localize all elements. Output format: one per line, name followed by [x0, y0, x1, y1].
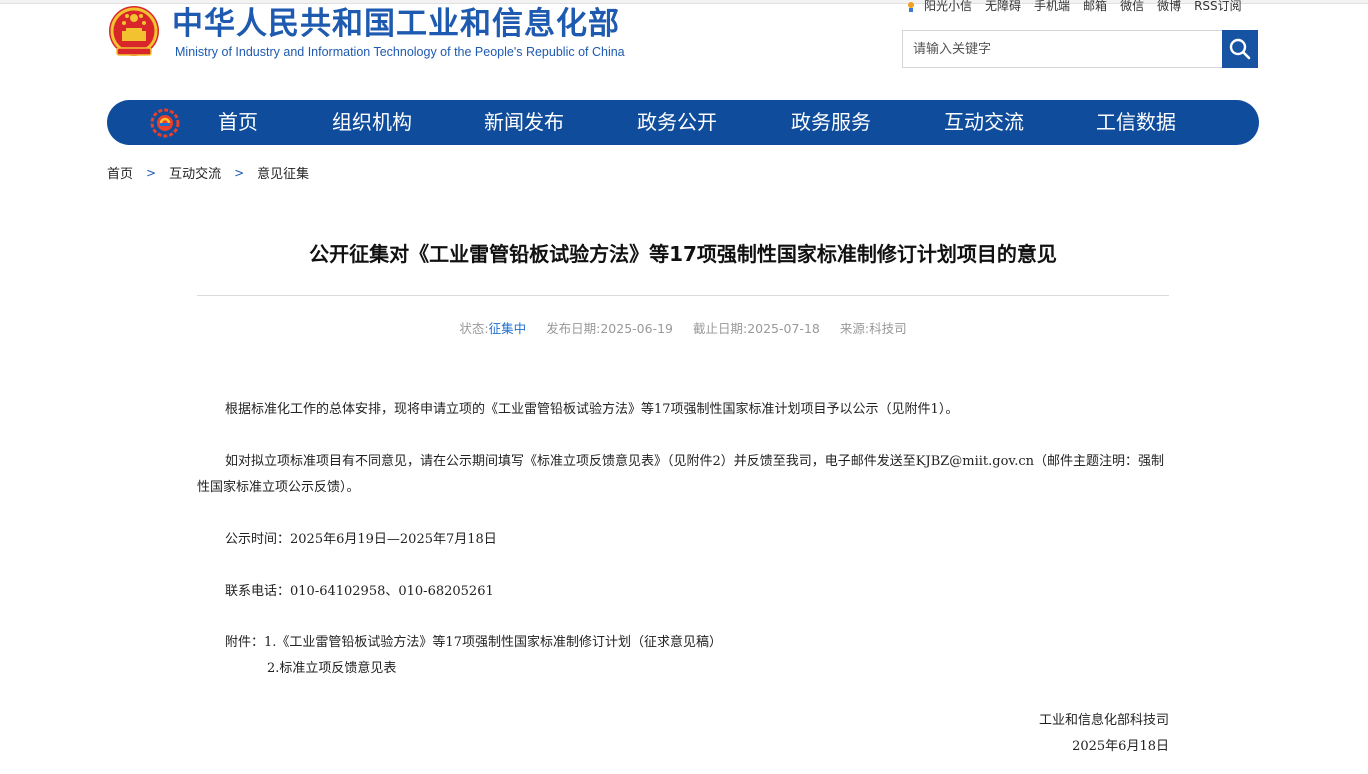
top-links: 阳光小信 无障碍 手机端 邮箱 微信 微博 RSS订阅	[904, 0, 1242, 18]
nav-interaction[interactable]: 互动交流	[944, 100, 1024, 145]
toplink-accessibility[interactable]: 无障碍	[985, 0, 1021, 14]
breadcrumb-separator: >	[234, 165, 245, 180]
article-paragraph: 如对拟立项标准项目有不同意见，请在公示期间填写《标准立项反馈意见表》（见附件2）…	[197, 454, 1165, 495]
toplink-wechat[interactable]: 微信	[1120, 0, 1144, 14]
article-meta: 状态:征集中 发布日期:2025-06-19 截止日期:2025-07-18 来…	[197, 318, 1169, 337]
toplink-sunshine[interactable]: 阳光小信	[924, 0, 972, 14]
search-icon	[1229, 38, 1251, 60]
status-label: 状态:	[459, 321, 489, 336]
title-divider	[197, 295, 1169, 296]
toplink-mail[interactable]: 邮箱	[1083, 0, 1107, 14]
nav-data[interactable]: 工信数据	[1096, 100, 1176, 145]
toplink-rss[interactable]: RSS订阅	[1194, 0, 1242, 14]
attachments: 附件：1.《工业雷管铅板试验方法》等17项强制性国家标准制修订计划（征求意见稿）	[225, 630, 722, 656]
breadcrumb-interaction[interactable]: 互动交流	[169, 163, 221, 182]
breadcrumb-solicitation[interactable]: 意见征集	[257, 163, 309, 182]
toplink-mobile[interactable]: 手机端	[1034, 0, 1070, 14]
signature: 工业和信息化部科技司	[1038, 713, 1169, 728]
breadcrumb: 首页 > 互动交流 > 意见征集	[107, 163, 309, 183]
article-title: 公开征集对《工业雷管铅板试验方法》等17项强制性国家标准制修订计划项目的意见	[309, 242, 1057, 266]
sunshine-icon	[908, 2, 914, 12]
signature-date: 2025年6月18日	[1072, 739, 1169, 754]
status-value: 征集中	[488, 321, 527, 336]
deadline-value: 2025-07-18	[747, 321, 820, 336]
article-paragraph: 根据标准化工作的总体安排，现将申请立项的《工业雷管铅板试验方法》等17项强制性国…	[225, 402, 959, 417]
nav-home[interactable]: 首页	[218, 100, 258, 145]
article-paragraph: 联系电话：010-64102958、010-68205261	[225, 584, 494, 599]
search-input[interactable]	[903, 31, 1221, 67]
nav-news[interactable]: 新闻发布	[484, 100, 564, 145]
source-label: 来源:	[839, 321, 870, 336]
search-button[interactable]	[1222, 30, 1258, 68]
article-paragraph: 公示时间：2025年6月19日—2025年7月18日	[225, 532, 497, 547]
source-value: 科技司	[869, 321, 907, 336]
miit-logo-icon[interactable]	[150, 108, 180, 138]
publish-date-label: 发布日期:	[546, 321, 601, 336]
attachment-link-2[interactable]: 2.标准立项反馈意见表	[267, 656, 396, 682]
site-subtitle[interactable]: Ministry of Industry and Information Tec…	[175, 44, 625, 60]
site-title[interactable]: 中华人民共和国工业和信息化部	[172, 6, 620, 42]
nav-government-affairs[interactable]: 政务公开	[637, 100, 717, 145]
attachment-link-1[interactable]: 1.《工业雷管铅板试验方法》等17项强制性国家标准制修订计划（征求意见稿）	[264, 635, 722, 650]
toplink-weibo[interactable]: 微博	[1157, 0, 1181, 14]
attachments-label: 附件：	[225, 635, 265, 650]
search-box	[902, 30, 1258, 68]
main-nav: 首页 组织机构 新闻发布 政务公开 政务服务 互动交流 工信数据	[107, 100, 1259, 145]
nav-government-services[interactable]: 政务服务	[791, 100, 871, 145]
national-emblem-icon	[109, 6, 159, 56]
breadcrumb-separator: >	[146, 165, 157, 180]
deadline-label: 截止日期:	[692, 321, 748, 336]
publish-date-value: 2025-06-19	[600, 321, 673, 336]
nav-organization[interactable]: 组织机构	[332, 100, 412, 145]
breadcrumb-home[interactable]: 首页	[107, 163, 133, 182]
